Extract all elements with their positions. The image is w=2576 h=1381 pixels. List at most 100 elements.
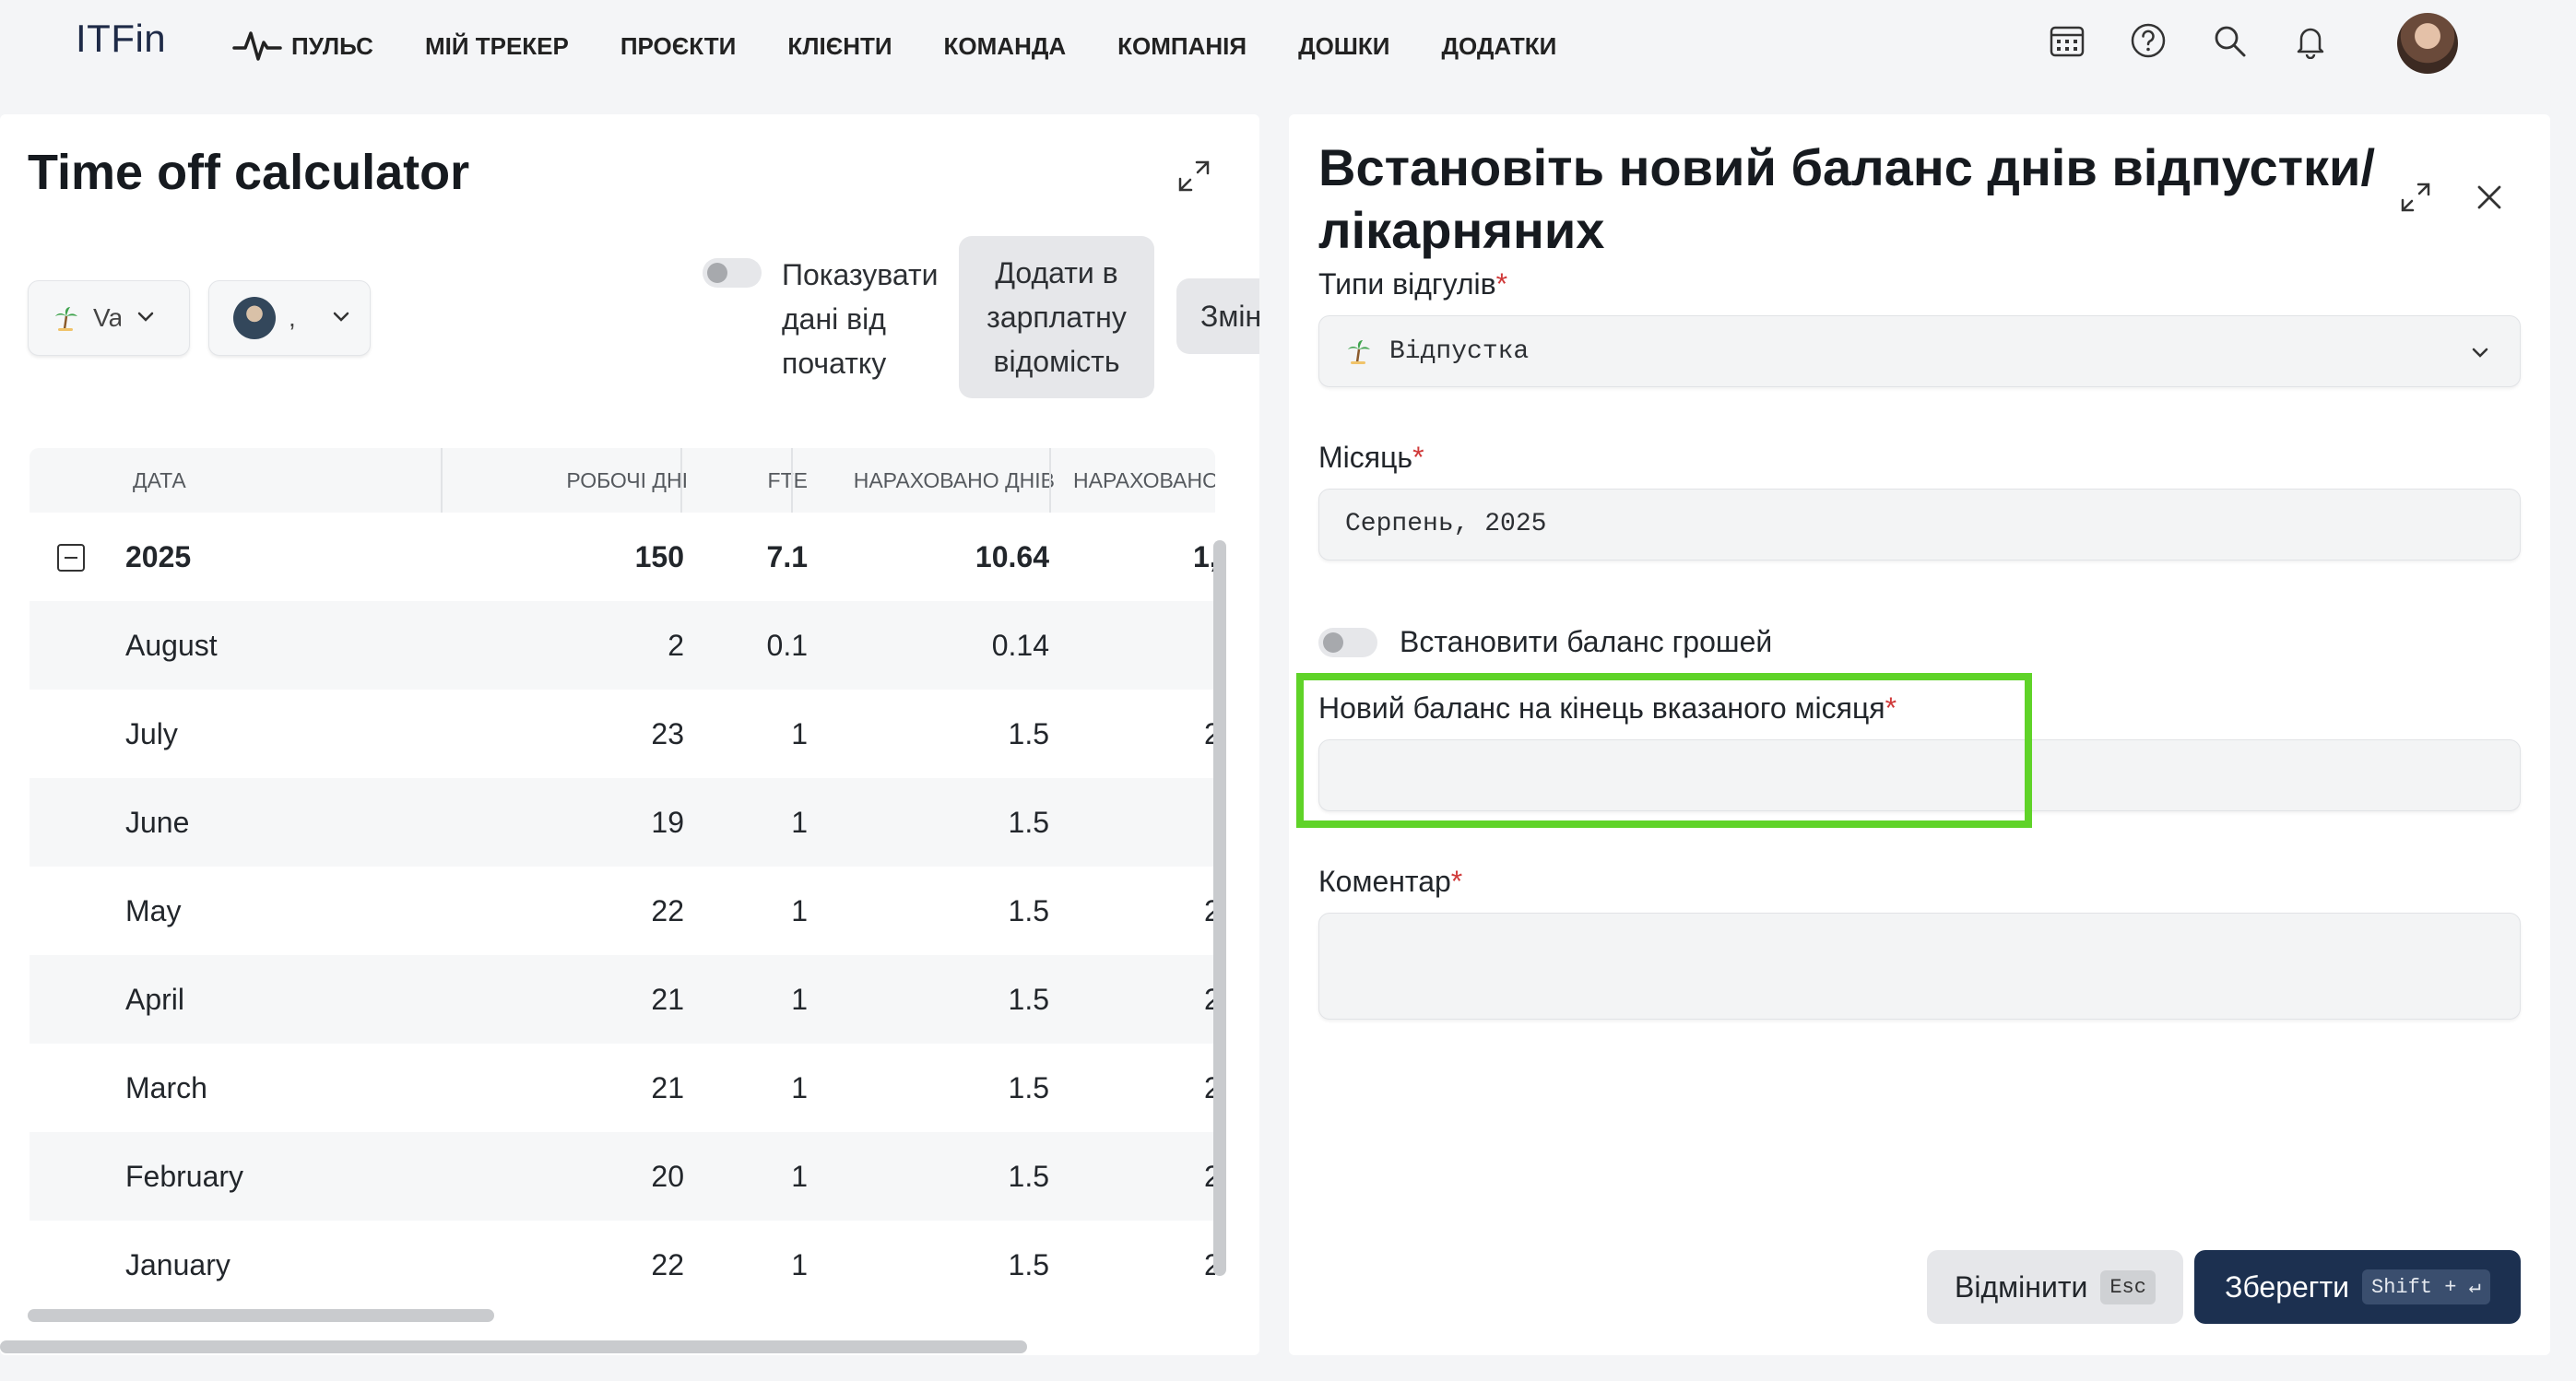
label-text: Місяць [1318,441,1413,474]
cancel-button[interactable]: Відмінити Esc [1927,1250,2183,1324]
column-header-accrued-days[interactable]: НАРАХОВАНО ДНІВ [800,448,1055,513]
bell-icon[interactable] [2292,22,2329,59]
label-text: Коментар [1318,865,1451,898]
app-logo[interactable]: ITFin [76,17,166,61]
save-button-label: Зберегти [2225,1269,2349,1304]
comment-label: Коментар* [1318,865,1462,899]
nav-item-pulse[interactable]: Пульс [232,26,373,66]
time-off-type-select[interactable]: Відпустка [1318,315,2521,387]
employee-filter[interactable]: , [208,280,371,356]
show-from-start-toggle[interactable] [703,258,762,288]
cell-work-days: 19 [651,806,684,839]
cell-date: January [125,1248,230,1281]
nav-item-team[interactable]: Команда [944,32,1067,61]
table-row[interactable]: February 20 1 1.5 2 [30,1132,1215,1221]
cell-work-days: 2 [668,629,684,662]
column-header-accrued[interactable]: НАРАХОВАНО [1073,448,1215,513]
cell-date: 2025 [125,540,192,573]
filter-value: , [289,303,296,332]
cell-accrued-days: 1.5 [1008,717,1049,750]
collapse-icon[interactable] [57,544,85,572]
nav-item-boards[interactable]: Дошки [1298,32,1389,61]
nav-item-label: Проєкти [620,31,737,60]
cell-work-days: 21 [651,983,684,1016]
time-off-type-filter[interactable]: Va [28,280,190,356]
table-row[interactable]: January 22 1 1.5 2 [30,1221,1215,1309]
close-icon[interactable] [2473,181,2506,214]
column-resize-handle[interactable] [680,448,682,513]
required-mark: * [1495,267,1508,301]
column-header-work-days[interactable]: РОБОЧІ ДНІ [450,448,688,513]
money-balance-label: Встановити баланс грошей [1400,625,1773,658]
shortcut-badge: Esc [2100,1269,2156,1304]
cell-date: February [125,1160,244,1193]
nav-item-apps[interactable]: Додатки [1442,32,1557,61]
time-off-type-label: Типи відгулів* [1318,267,1507,301]
cell-fte: 1 [791,1071,808,1104]
cell-fte: 1 [791,983,808,1016]
calendar-icon[interactable] [2049,22,2086,59]
table-row[interactable]: March 21 1 1.5 2 [30,1044,1215,1132]
money-balance-setting: Встановити баланс грошей [1318,625,1772,659]
cell-work-days: 22 [651,894,684,927]
nav-item-my-tracker[interactable]: Мій трекер [425,32,569,61]
new-balance-input[interactable] [1318,739,2521,811]
column-header-date[interactable]: ДАТА [133,448,186,513]
table-row[interactable]: June 19 1 1.5 [30,778,1215,867]
cell-fte: 7.1 [766,540,808,573]
cell-accrued-days: 1.5 [1008,1071,1049,1104]
cell-accrued-days: 1.5 [1008,806,1049,839]
pulse-icon [232,31,282,61]
required-mark: * [1885,691,1897,725]
table-row[interactable]: July 23 1 1.5 2 [30,690,1215,778]
user-avatar[interactable] [2397,13,2458,74]
table-row[interactable]: August 2 0.1 0.14 [30,601,1215,690]
table-row-year[interactable]: 2025 150 7.1 10.64 1, [30,513,1215,601]
column-resize-handle[interactable] [441,448,443,513]
set-balance-form: Встановіть новий баланс днів відпустки/л… [1289,114,2550,1355]
column-resize-handle[interactable] [791,448,793,513]
form-title: Встановіть новий баланс днів відпустки/л… [1318,138,2376,259]
time-off-table: ДАТА РОБОЧІ ДНІ FTE НАРАХОВАНО ДНІВ НАРА… [30,448,1215,1329]
nav-item-projects[interactable]: Проєкти [620,32,737,61]
cell-fte: 1 [791,717,808,750]
expand-icon[interactable] [1173,155,1215,197]
nav-item-company[interactable]: Компанія [1117,32,1247,61]
required-mark: * [1412,441,1424,474]
time-off-calculator-panel: Time off calculator Va , Показувати дані… [0,114,1259,1355]
add-to-payroll-button[interactable]: Додати в зарплатну відомість [959,236,1154,398]
nav-item-label: Дошки [1298,31,1390,60]
show-from-start-label: Показувати дані від початку [782,258,939,380]
comment-textarea[interactable] [1318,913,2521,1020]
nav-item-clients[interactable]: Клієнти [787,32,892,61]
cell-date: June [125,806,190,839]
expand-icon[interactable] [2397,179,2434,216]
table-row[interactable]: May 22 1 1.5 2 [30,867,1215,955]
cell-accrued-days: 10.64 [975,540,1049,573]
palm-tree-icon [55,307,77,331]
cell-work-days: 150 [634,540,684,573]
cell-fte: 1 [791,1160,808,1193]
column-resize-handle[interactable] [1049,448,1051,513]
palm-tree-icon [1348,340,1370,364]
panel-horizontal-scrollbar[interactable] [0,1340,1027,1353]
label-text: Новий баланс на кінець вказаного місяця [1318,691,1885,725]
top-actions [2049,22,2329,59]
month-picker[interactable]: Серпень, 2025 [1318,489,2521,561]
table-row[interactable]: April 21 1 1.5 2 [30,955,1215,1044]
table-horizontal-scrollbar[interactable] [28,1309,494,1322]
cell-accrued-days: 1.5 [1008,983,1049,1016]
cell-fte: 1 [791,894,808,927]
save-button[interactable]: Зберегти Shift + ↵ [2194,1250,2521,1324]
column-header-fte[interactable]: FTE [690,448,808,513]
table-vertical-scrollbar[interactable] [1213,540,1226,1276]
cell-work-days: 22 [651,1248,684,1281]
help-icon[interactable] [2130,22,2167,59]
money-balance-toggle[interactable] [1318,627,1377,657]
change-button[interactable]: Змін [1176,278,1259,354]
cell-fte: 1 [791,1248,808,1281]
main-nav: Пульс Мій трекер Проєкти Клієнти Команда… [232,26,1556,66]
filter-value: Va [93,303,121,332]
show-from-start-setting: Показувати дані від початку [703,253,948,385]
search-icon[interactable] [2211,22,2248,59]
